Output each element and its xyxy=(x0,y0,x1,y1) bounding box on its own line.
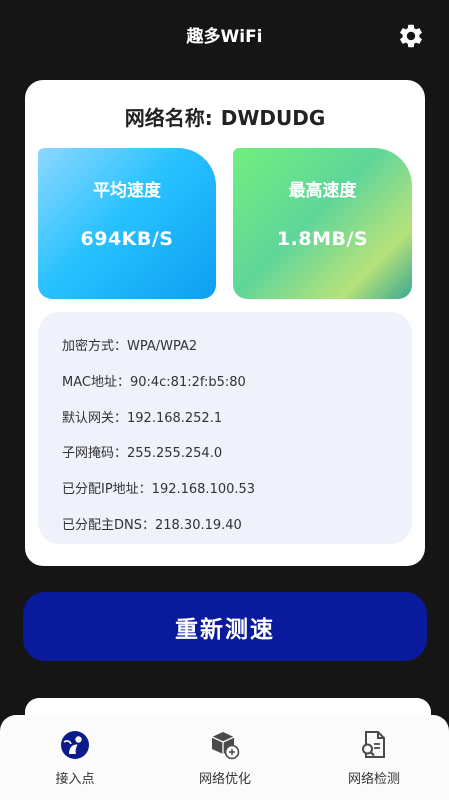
assigned-ip-row: 已分配IP地址：192.168.100.53 xyxy=(62,482,256,497)
mac-address-row: MAC地址：90:4c:81:2f:b5:80 xyxy=(62,375,246,390)
app-title: 趣多WiFi xyxy=(186,27,263,47)
nav-item-network-optimize[interactable]: 网络优化 xyxy=(150,715,300,800)
network-optimize-icon xyxy=(211,732,240,760)
access-point-icon xyxy=(61,731,89,759)
app-header: 趣多WiFi xyxy=(0,0,449,72)
network-name-value: DWDUDG xyxy=(220,106,326,130)
assigned-dns-row: 已分配主DNS：218.30.19.40 xyxy=(62,518,242,533)
max-speed-tile: 最高速度 1.8MB/S xyxy=(233,148,412,299)
gear-icon[interactable] xyxy=(397,22,425,50)
network-name: 网络名称: DWDUDG xyxy=(25,102,425,131)
network-details-panel: 加密方式：WPA/WPA2 MAC地址：90:4c:81:2f:b5:80 默认… xyxy=(38,312,412,544)
average-speed-value: 694KB/S xyxy=(80,228,174,250)
network-check-icon xyxy=(362,731,385,758)
nav-label-network-check: 网络检测 xyxy=(347,772,400,787)
nav-label-access-point: 接入点 xyxy=(55,772,95,787)
nav-label-network-optimize: 网络优化 xyxy=(198,772,251,787)
average-speed-tile: 平均速度 694KB/S xyxy=(38,148,216,299)
average-speed-label: 平均速度 xyxy=(93,181,161,201)
encryption-row: 加密方式：WPA/WPA2 xyxy=(62,339,198,354)
default-gateway-row: 默认网关：192.168.252.1 xyxy=(62,411,223,426)
retest-speed-button[interactable]: 重新测速 xyxy=(23,592,427,661)
network-name-label: 网络名称: xyxy=(124,106,213,130)
nav-item-access-point[interactable]: 接入点 xyxy=(0,715,150,800)
nav-item-network-check[interactable]: 网络检测 xyxy=(299,715,449,800)
network-info-card: 网络名称: DWDUDG 平均速度 694KB/S 最高速度 1.8MB/S 加密… xyxy=(25,80,425,566)
max-speed-value: 1.8MB/S xyxy=(276,228,369,250)
max-speed-label: 最高速度 xyxy=(288,181,357,201)
subnet-mask-row: 子网掩码：255.255.254.0 xyxy=(62,446,223,461)
bottom-navigation: 接入点 网络优化 网络检测 xyxy=(0,715,449,800)
